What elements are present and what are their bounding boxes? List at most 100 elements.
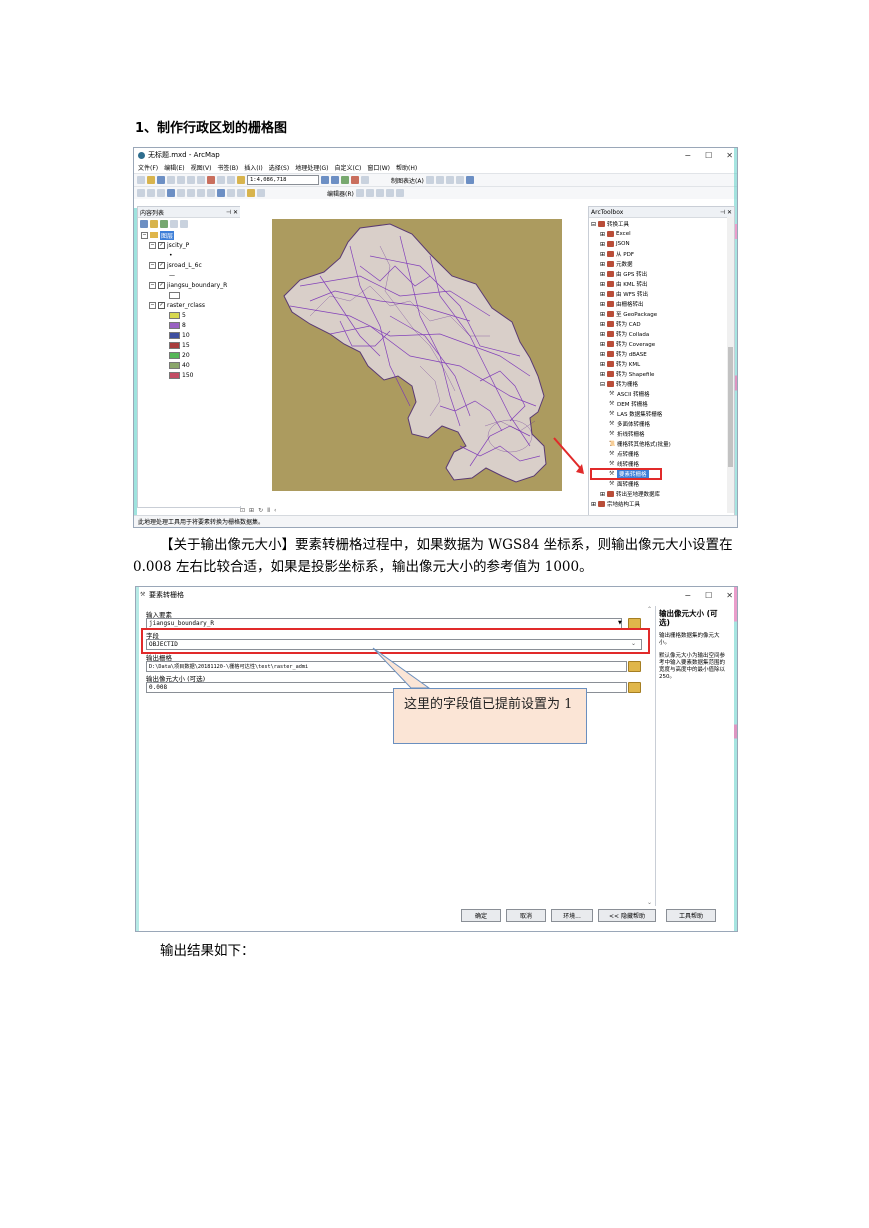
expand-icon[interactable]: ⊞ (600, 341, 605, 348)
edit-tool-icon[interactable] (385, 189, 394, 197)
edit-tool-icon[interactable] (355, 189, 364, 197)
toolbox-scrollbar[interactable] (727, 217, 734, 513)
fixed-zoom-icon[interactable] (177, 189, 185, 197)
toolbox-item[interactable]: ⊞ JSON (591, 239, 732, 249)
expand-icon[interactable]: ⊞ (600, 331, 605, 338)
toolbox-item[interactable]: ⚒ 点转栅格 (591, 449, 732, 459)
collapse-icon[interactable]: ⊟ (600, 381, 605, 388)
toc-layer-boundary[interactable]: − ✓ jiangsu_boundary_R (149, 280, 240, 290)
toc-layer-jsroad[interactable]: − ✓ jsroad_L_6c (149, 260, 240, 270)
expand-icon[interactable]: ⊞ (600, 491, 605, 498)
toolbox-item[interactable]: ⚒ DEM 转栅格 (591, 399, 732, 409)
expand-icon[interactable]: ⊞ (600, 261, 605, 268)
back-icon[interactable] (187, 189, 195, 197)
edit-tool-icon[interactable] (375, 189, 384, 197)
new-icon[interactable] (137, 176, 145, 184)
list-by-source-icon[interactable] (150, 220, 158, 228)
hide-help-button[interactable]: << 隐藏帮助 (598, 909, 656, 922)
layer-checkbox[interactable]: ✓ (158, 301, 165, 309)
representation-menu[interactable]: 制图表达(A) (391, 176, 424, 185)
identify-icon[interactable] (217, 189, 225, 197)
toolbox-item[interactable]: ⊞ 由 GPS 转出 (591, 269, 732, 279)
toolbox-item[interactable]: ⊞ 宗地结构工具 (591, 499, 732, 509)
menu-item[interactable]: 插入(I) (244, 163, 262, 172)
expand-icon[interactable]: ⊞ (600, 311, 605, 318)
expand-icon[interactable]: ⊞ (600, 321, 605, 328)
cancel-button[interactable]: 取消 (506, 909, 546, 922)
paste-icon[interactable] (197, 176, 205, 184)
toolbox-item[interactable]: ⊞ 由 WFS 转出 (591, 289, 732, 299)
toolbox-item[interactable]: ⊞ 转为 KML (591, 359, 732, 369)
html-popup-icon[interactable] (257, 189, 265, 197)
toolbox-item[interactable]: ⊞ 转为 Coverage (591, 339, 732, 349)
editor-toolbar-icon[interactable] (321, 176, 329, 184)
pause-icon[interactable]: Ⅱ (267, 507, 270, 514)
tool-help-button[interactable]: 工具帮助 (666, 909, 716, 922)
menu-item[interactable]: 视图(V) (191, 163, 212, 172)
options-icon[interactable] (180, 220, 188, 228)
pan-icon[interactable] (157, 189, 165, 197)
toolbox-item[interactable]: ⊞ 从 PDF (591, 249, 732, 259)
pin-icon[interactable]: ⊣ ✕ (226, 209, 238, 216)
ok-button[interactable]: 确定 (461, 909, 501, 922)
editor-menu[interactable]: 编辑器(R) (327, 189, 354, 198)
toolbox-item[interactable]: ⊞ 转为 Shapefile (591, 369, 732, 379)
toolbox-item[interactable]: ⊞ 转为 dBASE (591, 349, 732, 359)
close-icon[interactable]: ✕ (726, 591, 733, 600)
menu-item[interactable]: 帮助(H) (396, 163, 417, 172)
toolbox-item[interactable]: ⊞ 转为 Collada (591, 329, 732, 339)
minimize-icon[interactable]: − (684, 151, 691, 160)
folder-icon[interactable] (628, 682, 641, 693)
expand-icon[interactable]: ⊞ (600, 371, 605, 378)
tool-icon[interactable] (465, 176, 474, 184)
parameter-scrollbar[interactable]: ⌃ ⌄ (647, 606, 655, 906)
menu-item[interactable]: 地理处理(G) (295, 163, 328, 172)
toolbox-item[interactable]: ⚒ 要素转栅格 (590, 468, 662, 480)
layout-view-icon[interactable]: ⊞ (249, 507, 254, 514)
tool-icon[interactable] (435, 176, 444, 184)
toolbox-item[interactable]: ⊞ 转出至地理数据库 (591, 489, 732, 499)
expand-icon[interactable]: ⊞ (600, 351, 605, 358)
catalog-icon[interactable] (341, 176, 349, 184)
list-by-drawing-order-icon[interactable] (140, 220, 148, 228)
menu-item[interactable]: 选择(S) (269, 163, 290, 172)
dropdown-icon[interactable]: ▼ (618, 620, 622, 626)
layer-checkbox[interactable]: ✓ (158, 281, 165, 289)
expand-icon[interactable]: ⊞ (600, 301, 605, 308)
tool-icon[interactable] (455, 176, 464, 184)
tool-icon[interactable] (445, 176, 454, 184)
delete-icon[interactable] (207, 176, 215, 184)
save-icon[interactable] (157, 176, 165, 184)
environments-button[interactable]: 环境... (551, 909, 593, 922)
expand-icon[interactable]: ⊞ (600, 241, 605, 248)
toc-layer-jscity[interactable]: − ✓ jscity_P (149, 240, 240, 250)
toolbox-item[interactable]: 📜 栅格转其他格式(批量) (591, 439, 732, 449)
zoom-in-icon[interactable] (137, 189, 145, 197)
scroll-left-icon[interactable]: ‹ (274, 507, 276, 514)
full-extent-icon[interactable] (167, 189, 175, 197)
expand-icon[interactable]: ⊞ (600, 291, 605, 298)
add-data-icon[interactable] (237, 176, 245, 184)
toolbox-item[interactable]: ⚒ 线转栅格 (591, 459, 732, 469)
toolbox-item[interactable]: ⊞ 转为 CAD (591, 319, 732, 329)
tool-icon[interactable] (425, 176, 434, 184)
toolbox-item[interactable]: ⚒ 面转栅格 (591, 479, 732, 489)
python-icon[interactable] (361, 176, 369, 184)
data-view-icon[interactable]: ⊡ (240, 507, 245, 514)
edit-tool-icon[interactable] (395, 189, 404, 197)
toolbox-item[interactable]: ⊟ 转换工具 (591, 219, 732, 229)
toolbox-item[interactable]: ⚒ LAS 数据集转栅格 (591, 409, 732, 419)
maximize-icon[interactable]: ☐ (705, 151, 712, 160)
find-icon[interactable] (227, 189, 235, 197)
menu-item[interactable]: 文件(F) (138, 163, 158, 172)
scale-input[interactable]: 1:4,086,718 (247, 175, 319, 185)
folder-icon[interactable] (628, 661, 641, 672)
toc-window-icon[interactable] (331, 176, 339, 184)
list-by-visibility-icon[interactable] (160, 220, 168, 228)
close-icon[interactable]: ✕ (726, 151, 733, 160)
menu-item[interactable]: 编辑(E) (164, 163, 184, 172)
menu-item[interactable]: 书签(B) (217, 163, 238, 172)
open-icon[interactable] (147, 176, 155, 184)
toolbox-item[interactable]: ⊞ 由 KML 转出 (591, 279, 732, 289)
expand-icon[interactable]: ⊞ (600, 231, 605, 238)
